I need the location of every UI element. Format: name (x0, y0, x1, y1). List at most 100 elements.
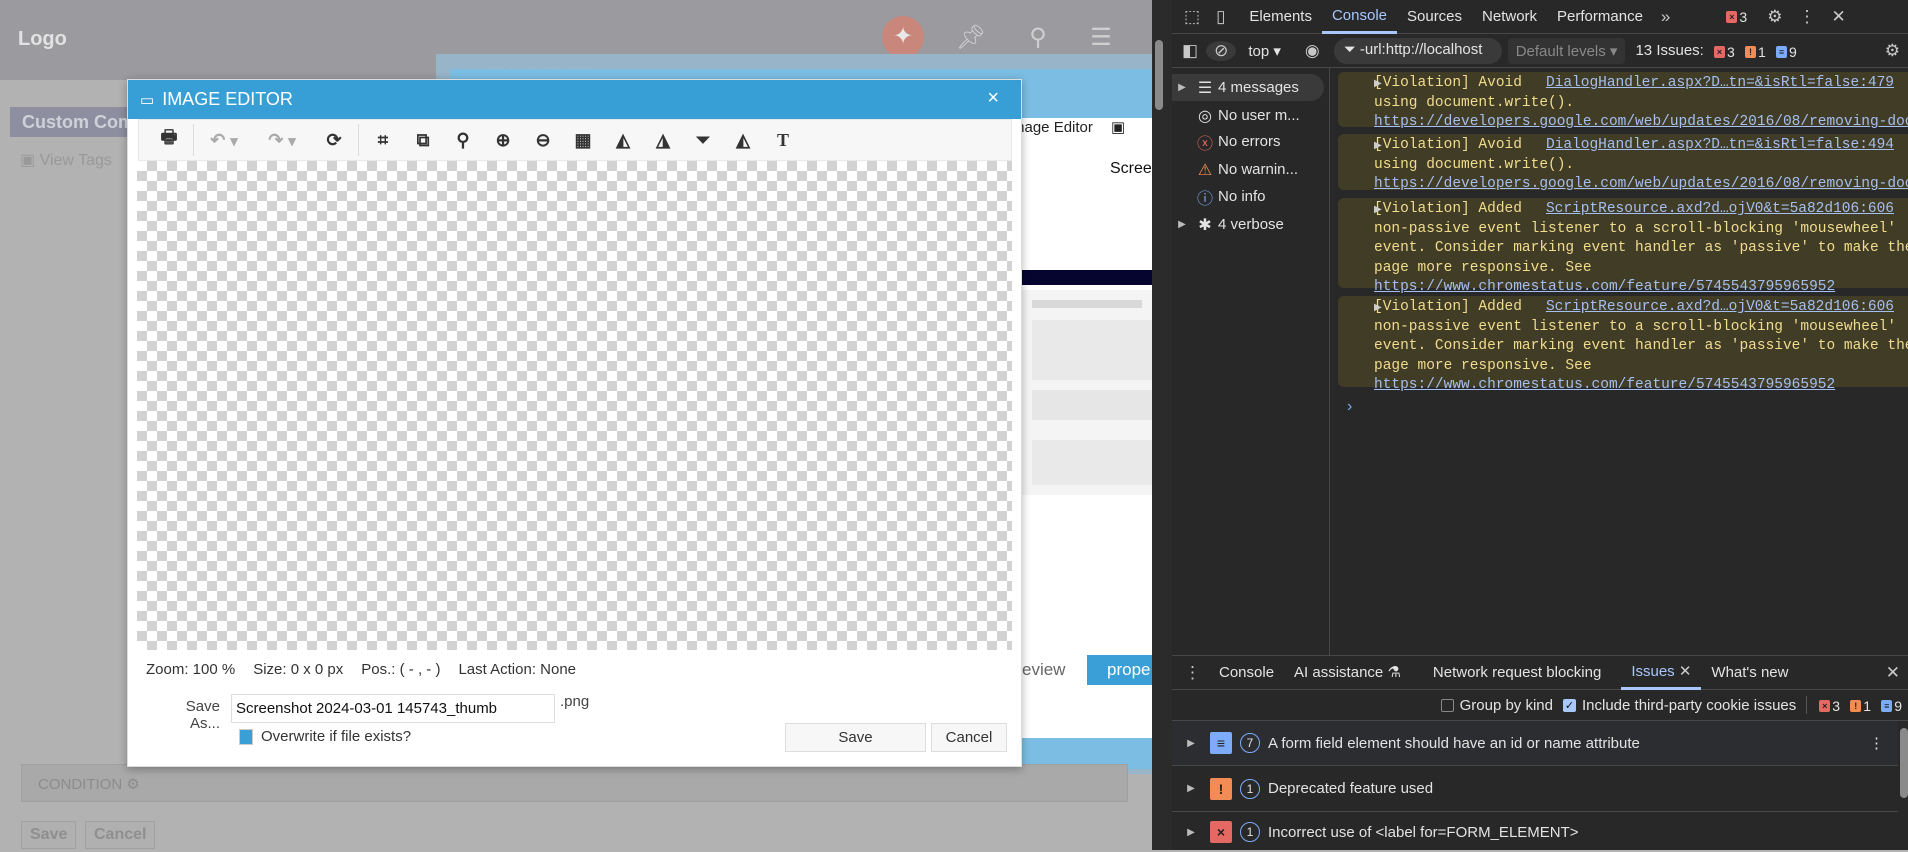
filename-input[interactable] (231, 694, 555, 723)
overwrite-checkbox[interactable]: Overwrite if file exists? (239, 728, 411, 745)
tab-sources[interactable]: Sources (1397, 0, 1472, 34)
issue-row[interactable]: ▶ ≡ 7 A form field element should have an i… (1172, 721, 1898, 766)
sidebar-item-messages[interactable]: ▶ ☰ 4 messages (1172, 74, 1324, 101)
opacity-icon[interactable]: ▦ (563, 130, 603, 151)
print-icon[interactable]: 🖶︎ (149, 125, 189, 155)
message-link[interactable]: https://www.chromestatus.com/feature/574… (1374, 377, 1835, 393)
live-expression-eye-icon[interactable]: ◉ (1297, 41, 1328, 61)
message-link[interactable]: https://www.chromestatus.com/feature/574… (1374, 279, 1835, 295)
page-scrollbar-thumb[interactable] (1155, 40, 1163, 110)
image-editor-button[interactable]: mage Editor ▣ (1012, 118, 1125, 136)
issue-menu-icon[interactable]: ⋮ (1869, 734, 1898, 752)
console-message[interactable]: ▶ [Violation] Avoid DialogHandler.aspx?D…t… (1338, 72, 1908, 130)
flip-vertical-icon[interactable]: ⏷ (683, 130, 723, 151)
device-toolbar-icon[interactable]: ▯ (1208, 7, 1233, 27)
expand-icon[interactable]: ▶ (1374, 299, 1382, 319)
tab-properties[interactable]: prope (1087, 655, 1152, 685)
expand-icon[interactable]: ▶ (1374, 201, 1382, 221)
close-tab-icon[interactable]: ✕ (1679, 663, 1692, 680)
checkbox-unchecked[interactable] (1440, 699, 1454, 713)
sidebar-item-errors[interactable]: ⓧ No errors (1172, 128, 1324, 155)
console-message[interactable]: ▶ [Violation] Avoid DialogHandler.aspx?D…t… (1338, 134, 1908, 192)
page-cancel-button[interactable]: Cancel (85, 821, 156, 849)
close-drawer-icon[interactable]: ✕ (1878, 663, 1908, 683)
view-tags-link[interactable]: ▣ View Tags (20, 150, 112, 170)
page-scrollbar[interactable] (1152, 0, 1172, 850)
source-link[interactable]: DialogHandler.aspx?D…tn=&isRtl=false:479 (1546, 74, 1894, 94)
context-select[interactable]: top ▾ (1248, 42, 1281, 60)
source-link[interactable]: ScriptResource.axd?d…ojV0&t=5a82d106:606 (1546, 200, 1894, 220)
message-body: non-passive event listener to a scroll-b… (1374, 318, 1908, 374)
zoom-out-icon[interactable]: ⊖ (523, 130, 563, 151)
ai-sparkle-icon[interactable]: ✦ (882, 16, 924, 58)
pin-icon[interactable]: 📌︎ (953, 20, 989, 56)
drawer-tab-console[interactable]: Console (1209, 656, 1284, 690)
undo-icon[interactable]: ↶ ▾ (198, 130, 250, 151)
settings-icon[interactable]: ⚙ (1759, 7, 1790, 27)
filter-input[interactable]: ⏷ -url:http://localhost (1333, 37, 1502, 64)
group-by-kind-checkbox[interactable]: Group by kind (1440, 697, 1553, 714)
message-link[interactable]: https://developers.google.com/web/update… (1374, 114, 1908, 130)
resize-icon[interactable]: ⧉ (403, 130, 443, 151)
tab-network[interactable]: Network (1472, 0, 1547, 34)
sidebar-item-verbose[interactable]: ▶ ✱ 4 verbose (1172, 211, 1324, 238)
page-save-button[interactable]: Save (21, 821, 77, 849)
message-link[interactable]: https://developers.google.com/web/update… (1374, 176, 1908, 192)
inspect-element-icon[interactable]: ⬚ (1172, 7, 1208, 27)
drawer-menu-icon[interactable]: ⋮ (1172, 663, 1209, 683)
issues-scrollbar[interactable] (1900, 728, 1908, 798)
console-toolbar: ◧ ⊘ top ▾ ◉ ⏷ -url:http://localhost Defa… (1172, 34, 1908, 68)
clear-console-icon[interactable]: ⊘ (1206, 40, 1237, 61)
more-tabs-icon[interactable]: » (1653, 7, 1678, 27)
drawer-tab-network-request-blocking[interactable]: Network request blocking (1423, 656, 1611, 690)
sidebar-toggle-icon[interactable]: ◧ (1172, 41, 1206, 61)
source-link[interactable]: ScriptResource.axd?d…ojV0&t=5a82d106:606 (1546, 298, 1894, 318)
tab-console[interactable]: Console (1321, 0, 1397, 34)
rotate-left-icon[interactable]: ◮ (643, 130, 683, 151)
cancel-button[interactable]: Cancel (931, 723, 1007, 752)
search-icon[interactable]: ⚲ (1020, 20, 1056, 56)
close-devtools-icon[interactable]: ✕ (1823, 7, 1853, 27)
console-prompt[interactable]: › (1347, 398, 1352, 416)
menu-icon[interactable]: ☰ (1083, 20, 1119, 56)
zoom-in-icon[interactable]: ⊕ (483, 130, 523, 151)
console-message[interactable]: ▶ [Violation] Added ScriptResource.axd?d…o… (1338, 198, 1908, 295)
issue-row[interactable]: ▶ × 1 Incorrect use of <label for=FORM_ELEM… (1172, 812, 1898, 852)
reset-icon[interactable]: ⟳ (314, 130, 354, 151)
drawer-tab-ai-assistance[interactable]: AI assistance ⚗ (1284, 656, 1411, 690)
sidebar-item-info[interactable]: ⓘ No info (1172, 183, 1324, 210)
kebab-menu-icon[interactable]: ⋮ (1790, 7, 1823, 27)
crop-icon[interactable]: ⌗ (363, 130, 403, 151)
tab-performance[interactable]: Performance (1547, 0, 1653, 34)
issues-counter[interactable]: 13 Issues: × 3 ! 1 ≡ 9 (1635, 42, 1796, 60)
drawer-tab-whats-new[interactable]: What's new (1701, 656, 1798, 690)
condition-section[interactable]: CONDITION ⚙ (21, 764, 1128, 802)
issue-row[interactable]: ▶! 1 Deprecated feature used (1172, 766, 1898, 812)
expand-icon[interactable]: ▶ (1374, 137, 1382, 157)
third-party-checkbox[interactable]: ✓ Include third-party cookie issues (1562, 697, 1796, 714)
image-canvas[interactable] (137, 161, 1012, 650)
flip-horizontal-icon[interactable]: ◭ (723, 130, 763, 151)
close-icon[interactable]: × (987, 87, 999, 110)
text-icon[interactable]: T (763, 130, 803, 151)
log-levels-dropdown[interactable]: Default levels ▾ (1507, 37, 1626, 64)
sidebar-item-user-messages[interactable]: ◎ No user m... (1172, 102, 1324, 129)
rotate-right-icon[interactable]: ◭ (603, 130, 643, 151)
issue-text: Incorrect use of <label for=FORM_ELEMENT… (1268, 823, 1579, 841)
error-badge[interactable]: × 3 (1726, 9, 1747, 25)
checkbox-checked[interactable]: ✓ (1562, 699, 1576, 713)
drawer-tab-issues[interactable]: Issues ✕ (1621, 656, 1702, 690)
dialog-titlebar[interactable]: ▭ IMAGE EDITOR × (128, 80, 1021, 119)
redo-icon[interactable]: ↷ ▾ (250, 130, 314, 151)
sidebar-item-warnings[interactable]: ⚠ No warnin... (1172, 156, 1324, 183)
console-message[interactable]: ▶ [Violation] Added ScriptResource.axd?d…o… (1338, 296, 1908, 393)
save-button[interactable]: Save (785, 723, 926, 752)
console-settings-icon[interactable]: ⚙ (1877, 41, 1908, 61)
expand-icon[interactable]: ▶ (1374, 75, 1382, 95)
tab-elements[interactable]: Elements (1239, 0, 1322, 34)
zoom-icon[interactable]: ⚲ (443, 130, 483, 151)
tab-preview[interactable]: eview (1012, 655, 1087, 685)
checkbox-checked[interactable] (239, 728, 253, 745)
devtools-drawer: ⋮ Console AI assistance ⚗ Network reques… (1172, 655, 1908, 850)
source-link[interactable]: DialogHandler.aspx?D…tn=&isRtl=false:494 (1546, 136, 1894, 156)
